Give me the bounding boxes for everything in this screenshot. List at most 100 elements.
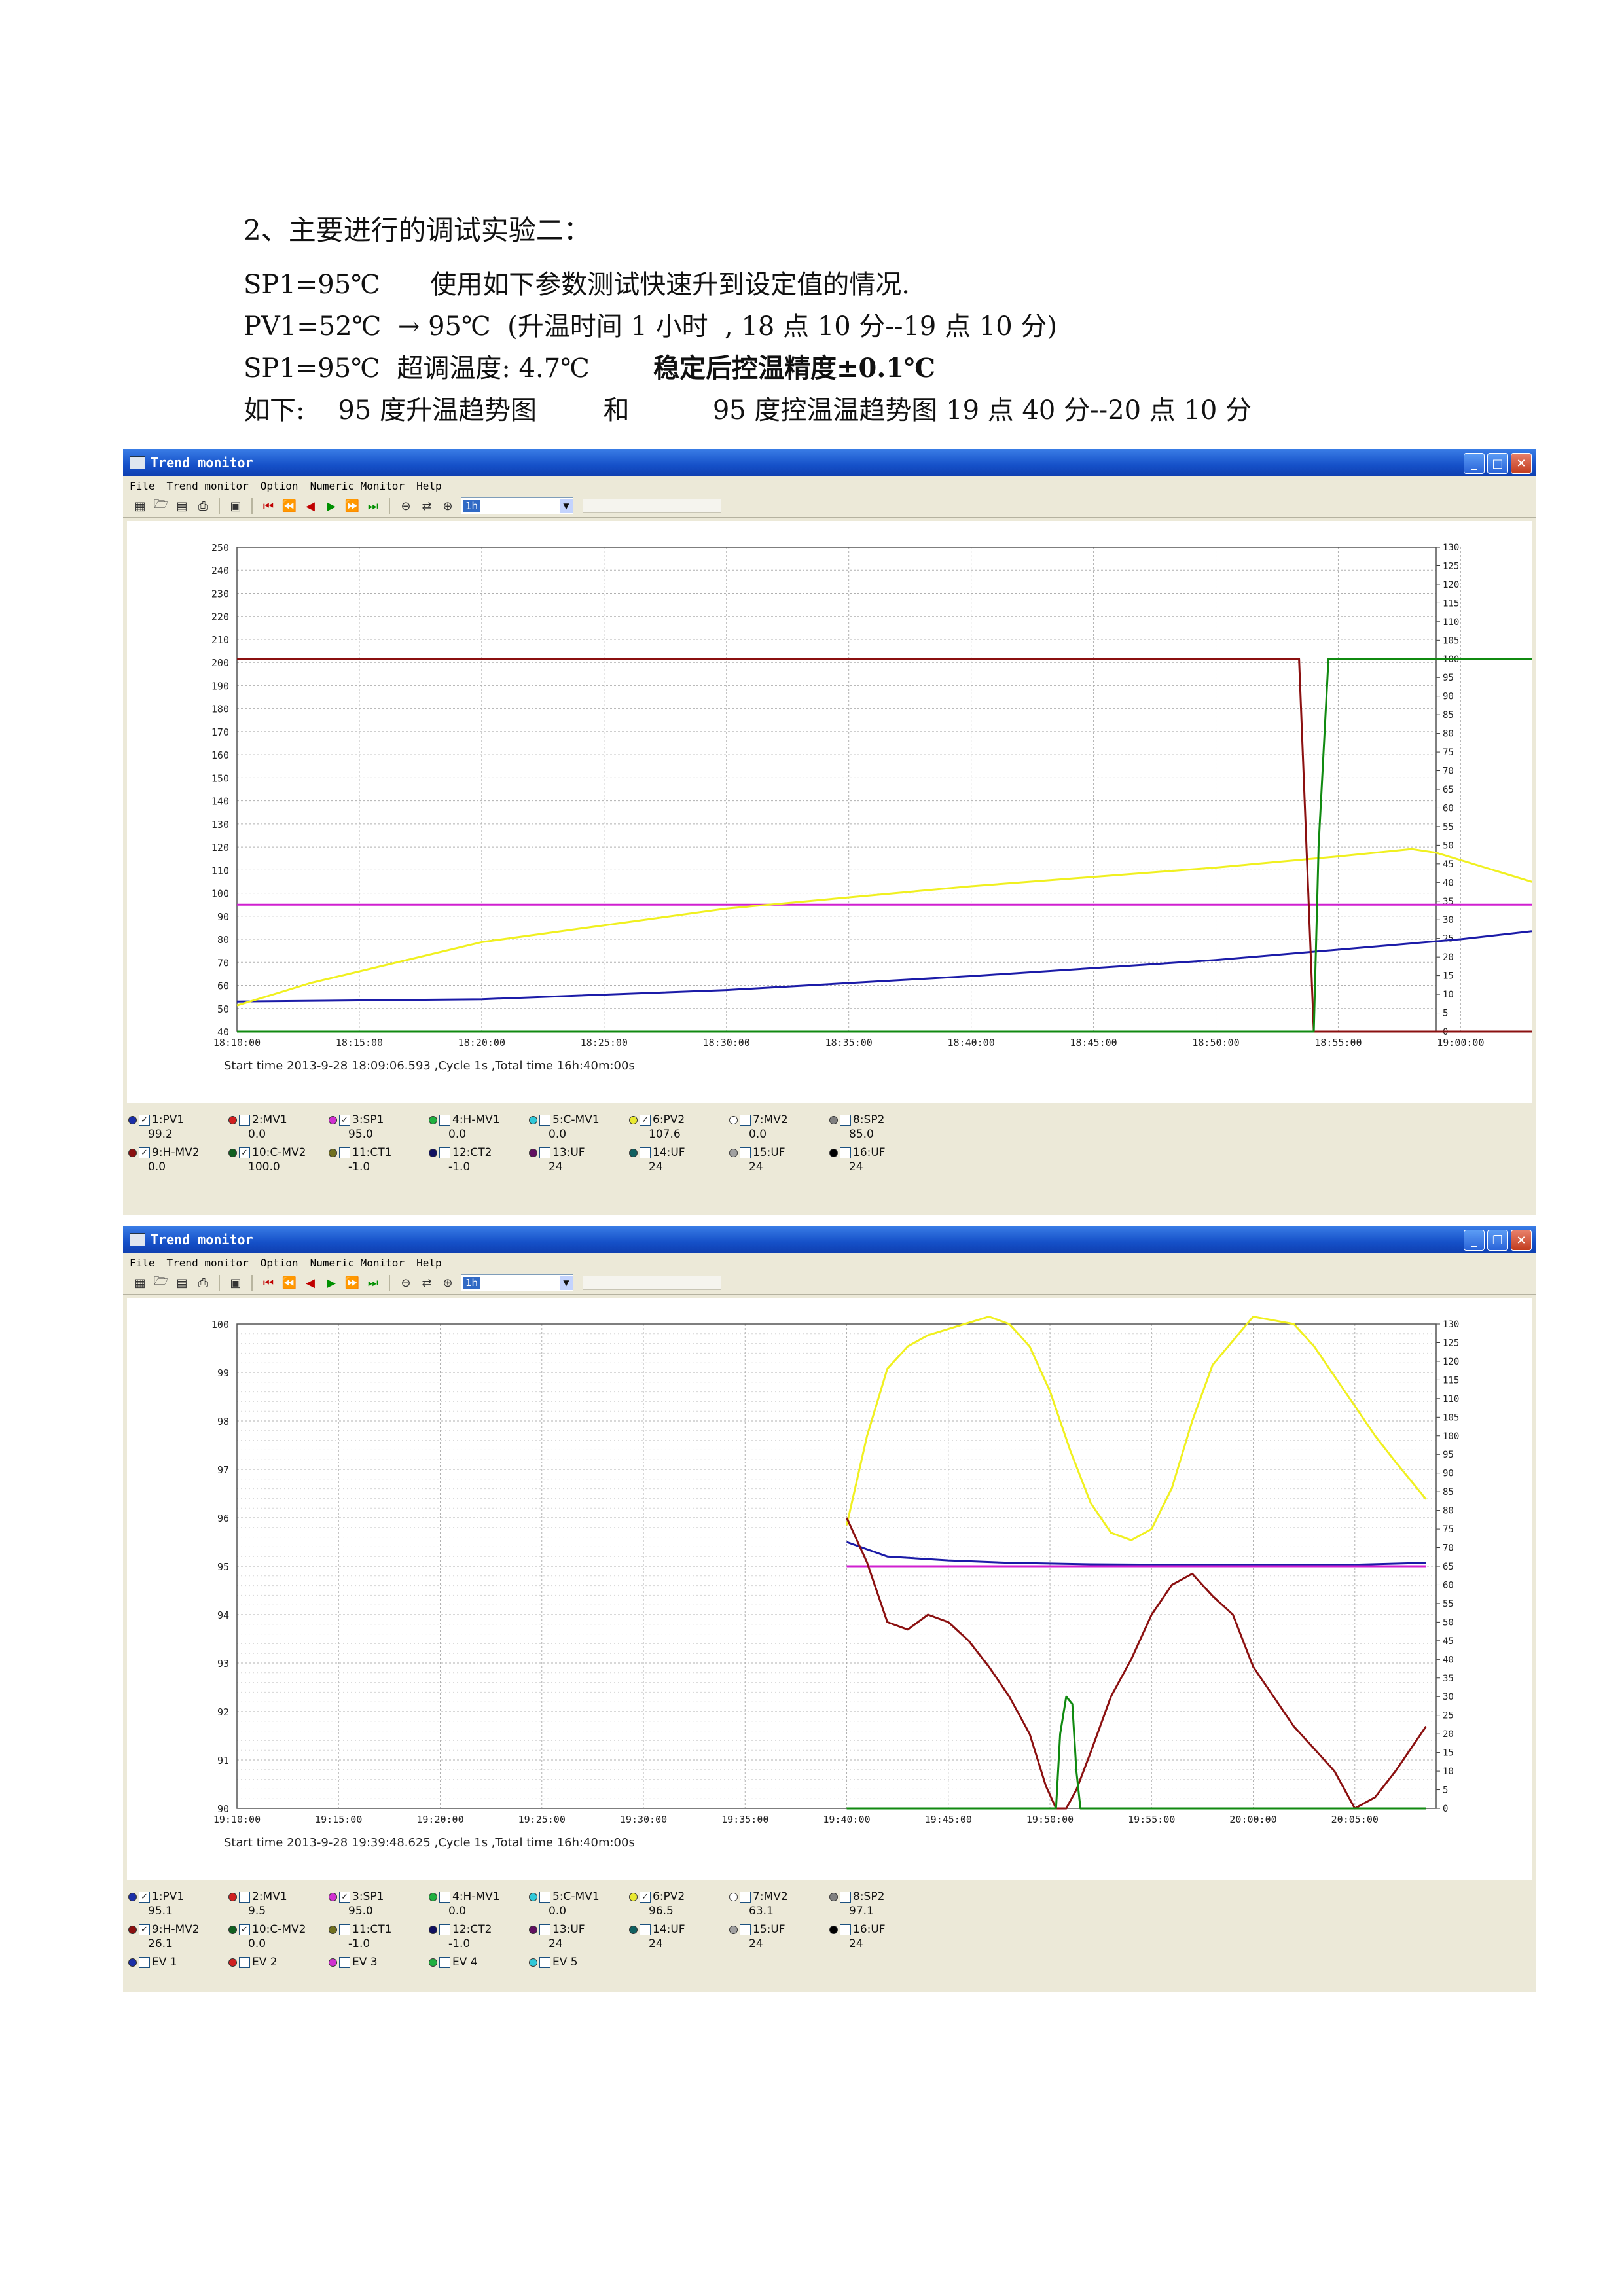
first-icon[interactable]: ⏮ [261,499,276,513]
forward-icon[interactable]: ▶ [323,1276,339,1290]
menu-file[interactable]: File [130,1257,155,1269]
legend-item-6-pv2[interactable]: ✓ 6:PV2 107.6 [629,1113,685,1141]
legend-item-11-ct1[interactable]: 11:CT1 -1.0 [329,1145,391,1174]
menu-option[interactable]: Option [261,480,298,492]
legend-checkbox[interactable]: ✓ [640,1114,651,1126]
screenshot-icon[interactable]: ▣ [228,499,244,513]
legend-item-13-uf[interactable]: 13:UF 24 [529,1145,585,1174]
legend-checkbox[interactable]: ✓ [339,1114,350,1126]
legend-item-6-pv2[interactable]: ✓ 6:PV2 96.5 [629,1890,685,1918]
legend-item-7-mv2[interactable]: 7:MV2 63.1 [729,1890,788,1918]
range-select[interactable]: 1h ▼ [461,1274,573,1291]
legend-item-5-c-mv1[interactable]: 5:C-MV1 0.0 [529,1890,600,1918]
legend-checkbox[interactable] [840,1147,851,1158]
legend-checkbox[interactable] [439,1924,450,1935]
chart-settings-icon[interactable]: ▦ [132,499,148,513]
menu-help[interactable]: Help [416,480,442,492]
legend-checkbox[interactable] [439,1891,450,1903]
menu-help[interactable]: Help [416,1257,442,1269]
menu-numeric-monitor[interactable]: Numeric Monitor [310,480,405,492]
legend-item-5-c-mv1[interactable]: 5:C-MV1 0.0 [529,1113,600,1141]
legend-checkbox[interactable] [239,1891,250,1903]
legend-checkbox[interactable] [439,1956,450,1968]
legend-checkbox[interactable] [840,1114,851,1126]
back-icon[interactable]: ◀ [302,499,318,513]
save-icon[interactable]: ▤ [174,499,190,513]
title-bar[interactable]: Trend monitor _ ❐ ✕ [123,1226,1536,1253]
legend-item-9-h-mv2[interactable]: ✓ 9:H-MV2 26.1 [128,1922,200,1951]
legend-checkbox[interactable] [640,1147,651,1158]
menu-trend-monitor[interactable]: Trend monitor [167,480,249,492]
legend-item-10-c-mv2[interactable]: ✓ 10:C-MV2 100.0 [228,1145,306,1174]
time-slider[interactable] [583,1276,721,1290]
legend-checkbox[interactable] [139,1956,150,1968]
legend-item-1-pv1[interactable]: ✓ 1:PV1 99.2 [128,1113,184,1141]
fast-back-icon[interactable]: ⏪ [281,1276,297,1290]
back-icon[interactable]: ◀ [302,1276,318,1290]
legend-checkbox[interactable]: ✓ [139,1147,150,1158]
legend-checkbox[interactable]: ✓ [640,1891,651,1903]
legend-checkbox[interactable] [239,1956,250,1968]
legend-item-15-uf[interactable]: 15:UF 24 [729,1922,785,1951]
legend-checkbox[interactable] [640,1924,651,1935]
legend-checkbox[interactable]: ✓ [139,1924,150,1935]
zoom-out-icon[interactable]: ⊖ [398,1276,414,1290]
last-icon[interactable]: ⏭ [365,499,381,513]
legend-checkbox[interactable] [840,1891,851,1903]
legend-item-8-sp2[interactable]: 8:SP2 85.0 [829,1113,884,1141]
screenshot-icon[interactable]: ▣ [228,1276,244,1290]
maximize-button[interactable]: □ [1487,453,1508,474]
legend-checkbox[interactable] [740,1114,751,1126]
open-folder-icon[interactable]: 🗁 [153,497,169,513]
legend-checkbox[interactable] [439,1114,450,1126]
legend-checkbox[interactable]: ✓ [339,1891,350,1903]
swap-icon[interactable]: ⇄ [419,1276,435,1290]
legend-checkbox[interactable] [740,1891,751,1903]
range-select[interactable]: 1h ▼ [461,497,573,514]
legend-item-13-uf[interactable]: 13:UF 24 [529,1922,585,1951]
zoom-in-icon[interactable]: ⊕ [440,1276,456,1290]
print-icon[interactable]: ⎙ [195,499,211,513]
legend-item-ev-5[interactable]: EV 5 [529,1955,578,1984]
menu-option[interactable]: Option [261,1257,298,1269]
fast-forward-icon[interactable]: ⏩ [344,1276,360,1290]
close-button[interactable]: ✕ [1511,453,1532,474]
fast-back-icon[interactable]: ⏪ [281,499,297,513]
legend-item-ev-4[interactable]: EV 4 [429,1955,478,1984]
last-icon[interactable]: ⏭ [365,1276,381,1290]
legend-checkbox[interactable]: ✓ [239,1924,250,1935]
save-icon[interactable]: ▤ [174,1276,190,1290]
legend-item-16-uf[interactable]: 16:UF 24 [829,1922,886,1951]
legend-item-8-sp2[interactable]: 8:SP2 97.1 [829,1890,884,1918]
menu-file[interactable]: File [130,480,155,492]
legend-checkbox[interactable] [539,1114,550,1126]
legend-checkbox[interactable] [740,1924,751,1935]
legend-checkbox[interactable] [339,1147,350,1158]
legend-checkbox[interactable] [539,1956,550,1968]
legend-item-ev-2[interactable]: EV 2 [228,1955,278,1984]
open-folder-icon[interactable]: 🗁 [153,1274,169,1290]
print-icon[interactable]: ⎙ [195,1276,211,1290]
legend-item-14-uf[interactable]: 14:UF 24 [629,1922,685,1951]
legend-item-1-pv1[interactable]: ✓ 1:PV1 95.1 [128,1890,184,1918]
swap-icon[interactable]: ⇄ [419,499,435,513]
legend-checkbox[interactable] [339,1924,350,1935]
fast-forward-icon[interactable]: ⏩ [344,499,360,513]
legend-item-4-h-mv1[interactable]: 4:H-MV1 0.0 [429,1113,500,1141]
minimize-button[interactable]: _ [1464,453,1485,474]
legend-item-12-ct2[interactable]: 12:CT2 -1.0 [429,1922,492,1951]
legend-item-12-ct2[interactable]: 12:CT2 -1.0 [429,1145,492,1174]
legend-checkbox[interactable] [539,1924,550,1935]
legend-item-3-sp1[interactable]: ✓ 3:SP1 95.0 [329,1113,384,1141]
legend-item-15-uf[interactable]: 15:UF 24 [729,1145,785,1174]
minimize-button[interactable]: _ [1464,1230,1485,1251]
legend-checkbox[interactable] [740,1147,751,1158]
legend-checkbox[interactable] [239,1114,250,1126]
legend-item-11-ct1[interactable]: 11:CT1 -1.0 [329,1922,391,1951]
legend-item-14-uf[interactable]: 14:UF 24 [629,1145,685,1174]
legend-item-4-h-mv1[interactable]: 4:H-MV1 0.0 [429,1890,500,1918]
first-icon[interactable]: ⏮ [261,1276,276,1290]
legend-item-ev-3[interactable]: EV 3 [329,1955,378,1984]
legend-item-2-mv1[interactable]: 2:MV1 0.0 [228,1113,287,1141]
legend-checkbox[interactable] [539,1147,550,1158]
